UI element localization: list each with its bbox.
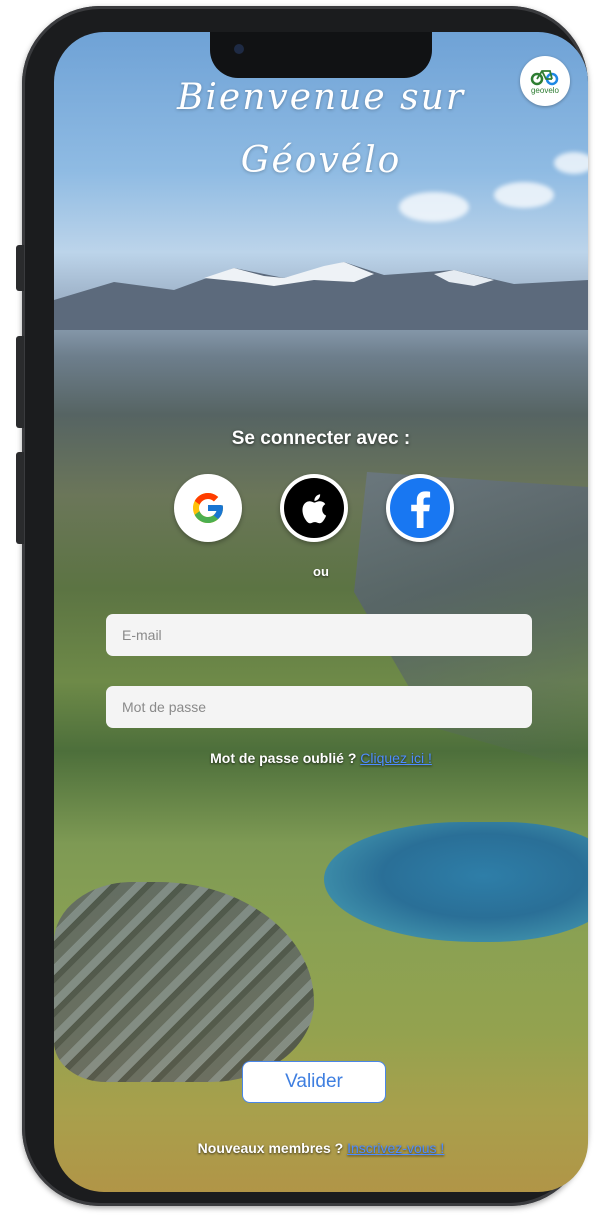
forgot-password-link[interactable]: Cliquez ici !	[360, 750, 432, 766]
separator-text: ou	[313, 564, 329, 579]
background-cloud	[399, 192, 469, 222]
forgot-password-text: Mot de passe oublié ?	[210, 750, 357, 766]
signup-row: Nouveaux membres ? Inscrivez-vous !	[54, 1140, 588, 1156]
apple-login-button[interactable]	[280, 474, 348, 542]
forgot-password-row: Mot de passe oublié ? Cliquez ici !	[54, 750, 588, 766]
signup-link[interactable]: Inscrivez-vous !	[347, 1140, 444, 1156]
google-icon	[193, 493, 223, 523]
phone-notch	[210, 32, 432, 78]
background-lake	[324, 822, 588, 942]
volume-up-button	[16, 336, 24, 428]
welcome-title: Bienvenue sur	[176, 77, 466, 118]
password-field[interactable]	[106, 686, 532, 728]
background-cloud	[494, 182, 554, 208]
facebook-icon	[390, 478, 450, 538]
app-name-title: Géovélo	[240, 140, 402, 181]
apple-icon	[284, 478, 344, 538]
facebook-login-button[interactable]	[386, 474, 454, 542]
social-login-label: Se connecter avec :	[231, 428, 411, 449]
google-login-button[interactable]	[174, 474, 242, 542]
signup-text: Nouveaux membres ?	[197, 1140, 344, 1156]
front-camera	[234, 44, 244, 54]
submit-button[interactable]: Valider	[242, 1061, 386, 1103]
mute-switch	[16, 245, 24, 291]
volume-down-button	[16, 452, 24, 544]
background-village	[54, 882, 314, 1082]
email-field[interactable]	[106, 614, 532, 656]
background-mountains	[54, 262, 588, 330]
login-screen: geovelo Bienvenue sur Géovélo Se connect…	[54, 32, 588, 1192]
